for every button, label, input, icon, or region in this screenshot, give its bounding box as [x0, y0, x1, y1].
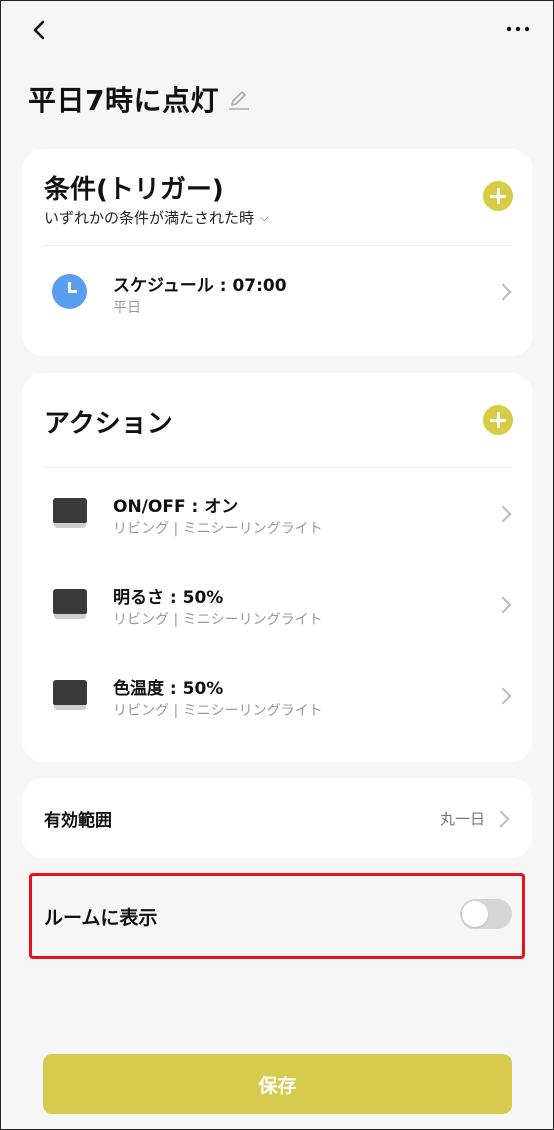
chevron-right-icon	[494, 283, 512, 301]
chevron-right-icon	[492, 810, 510, 828]
ceiling-light-icon	[53, 680, 87, 712]
page-title-row: 平日7時に点灯	[28, 79, 251, 119]
page-title: 平日7時に点灯	[28, 84, 219, 117]
ceiling-light-icon	[53, 498, 87, 530]
action-row-onoff[interactable]: ON/OFF : オン リビング | ミニシーリングライト	[22, 473, 533, 553]
action-sub: リビング | ミニシーリングライト	[113, 612, 323, 628]
action-sub: リビング | ミニシーリングライト	[113, 703, 323, 719]
action-label: 色温度 : 50%	[113, 679, 224, 699]
divider	[43, 245, 512, 246]
chevron-right-icon	[494, 505, 512, 523]
actions-title: アクション	[44, 409, 173, 439]
condition-mode-dropdown[interactable]: いずれかの条件が満たされた時 ⌵	[44, 207, 268, 228]
condition-mode-label: いずれかの条件が満たされた時	[44, 209, 255, 227]
conditions-card: 条件(トリガー) いずれかの条件が満たされた時 ⌵ スケジュール : 07:00…	[22, 149, 533, 356]
effective-range-value: 丸一日	[439, 810, 485, 828]
more-options-button[interactable]	[503, 15, 533, 45]
action-row-color-temperature[interactable]: 色温度 : 50% リビング | ミニシーリングライト	[22, 655, 533, 735]
chevron-right-icon	[494, 687, 512, 705]
divider	[43, 467, 512, 468]
action-label: ON/OFF : オン	[113, 497, 239, 517]
actions-card: アクション ON/OFF : オン リビング | ミニシーリングライト 明るさ …	[22, 373, 533, 762]
save-button[interactable]: 保存	[43, 1054, 512, 1114]
back-button[interactable]	[25, 15, 55, 45]
pencil-icon[interactable]	[227, 87, 251, 111]
chevron-left-icon	[33, 20, 45, 40]
action-sub: リビング | ミニシーリングライト	[113, 521, 323, 537]
show-in-room-label: ルームに表示	[44, 907, 158, 929]
show-in-room-toggle[interactable]	[460, 899, 512, 929]
action-label: 明るさ : 50%	[113, 588, 224, 608]
add-condition-button[interactable]	[483, 181, 513, 211]
conditions-title: 条件(トリガー)	[44, 175, 224, 205]
clock-icon	[52, 274, 87, 309]
chevron-right-icon	[494, 596, 512, 614]
add-action-button[interactable]	[483, 405, 513, 435]
effective-range-row[interactable]: 有効範囲 丸一日	[22, 778, 533, 858]
toggle-knob	[462, 901, 488, 927]
show-in-room-row: ルームに表示	[22, 875, 533, 955]
effective-range-label: 有効範囲	[44, 811, 112, 831]
condition-label: スケジュール : 07:00	[113, 276, 287, 296]
ceiling-light-icon	[53, 589, 87, 621]
condition-sub: 平日	[113, 300, 141, 316]
chevron-down-icon: ⌵	[260, 210, 269, 224]
more-horizontal-icon	[506, 26, 530, 32]
condition-row-schedule[interactable]: スケジュール : 07:00 平日	[22, 252, 533, 332]
action-row-brightness[interactable]: 明るさ : 50% リビング | ミニシーリングライト	[22, 564, 533, 644]
